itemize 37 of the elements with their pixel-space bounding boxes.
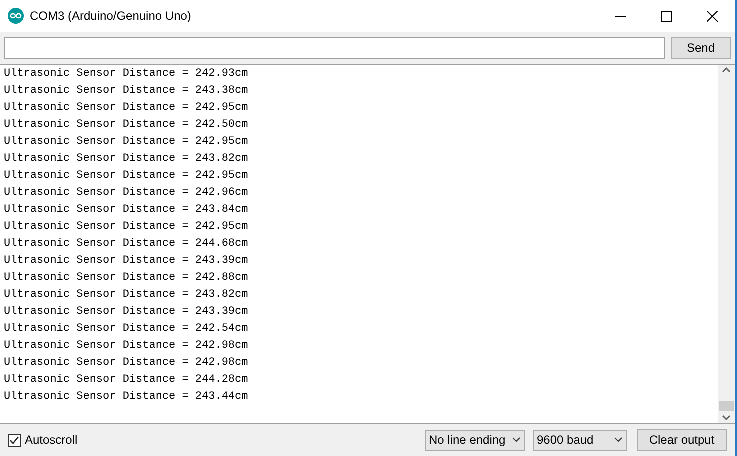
- send-button[interactable]: Send: [671, 37, 731, 59]
- output-line: Ultrasonic Sensor Distance = 242.88cm: [4, 271, 248, 286]
- output-line: Ultrasonic Sensor Distance = 242.98cm: [4, 339, 248, 354]
- app-logo-icon: [8, 8, 24, 24]
- output-line: Ultrasonic Sensor Distance = 242.95cm: [4, 220, 248, 235]
- autoscroll-checkbox[interactable]: Autoscroll: [8, 431, 78, 449]
- message-input-field[interactable]: [4, 37, 665, 59]
- baud-rate-dropdown[interactable]: 9600 baud: [533, 430, 627, 450]
- output-line: Ultrasonic Sensor Distance = 243.39cm: [4, 305, 248, 320]
- scrollbar[interactable]: [718, 65, 735, 423]
- close-icon[interactable]: [706, 10, 718, 22]
- scroll-up-icon[interactable]: [722, 67, 731, 73]
- output-line: Ultrasonic Sensor Distance = 243.82cm: [4, 152, 248, 167]
- output-line: Ultrasonic Sensor Distance = 243.82cm: [4, 288, 248, 303]
- scroll-down-icon[interactable]: [722, 415, 731, 421]
- chevron-down-icon: [512, 437, 521, 443]
- output-line: Ultrasonic Sensor Distance = 243.84cm: [4, 203, 248, 218]
- output-line: Ultrasonic Sensor Distance = 242.95cm: [4, 135, 248, 150]
- output-line: Ultrasonic Sensor Distance = 244.28cm: [4, 373, 248, 388]
- scroll-thumb[interactable]: [719, 401, 734, 411]
- output-line: Ultrasonic Sensor Distance = 242.96cm: [4, 186, 248, 201]
- output-line: Ultrasonic Sensor Distance = 242.95cm: [4, 101, 248, 116]
- checkmark-icon: [9, 434, 20, 446]
- window-title: COM3 (Arduino/Genuino Uno): [30, 8, 192, 25]
- maximize-icon[interactable]: [660, 10, 672, 22]
- output-line: Ultrasonic Sensor Distance = 243.44cm: [4, 390, 248, 405]
- clear-output-button[interactable]: Clear output: [637, 429, 727, 451]
- output-line: Ultrasonic Sensor Distance = 242.95cm: [4, 169, 248, 184]
- chevron-down-icon: [614, 437, 623, 443]
- output-line: Ultrasonic Sensor Distance = 244.68cm: [4, 237, 248, 252]
- output-line: Ultrasonic Sensor Distance = 242.54cm: [4, 322, 248, 337]
- output-line: Ultrasonic Sensor Distance = 242.93cm: [4, 67, 248, 82]
- output-line: Ultrasonic Sensor Distance = 242.98cm: [4, 356, 248, 371]
- output-line: Ultrasonic Sensor Distance = 242.50cm: [4, 118, 248, 133]
- output-line: Ultrasonic Sensor Distance = 243.38cm: [4, 84, 248, 99]
- line-ending-dropdown[interactable]: No line ending: [425, 430, 525, 450]
- output-line: Ultrasonic Sensor Distance = 243.39cm: [4, 254, 248, 269]
